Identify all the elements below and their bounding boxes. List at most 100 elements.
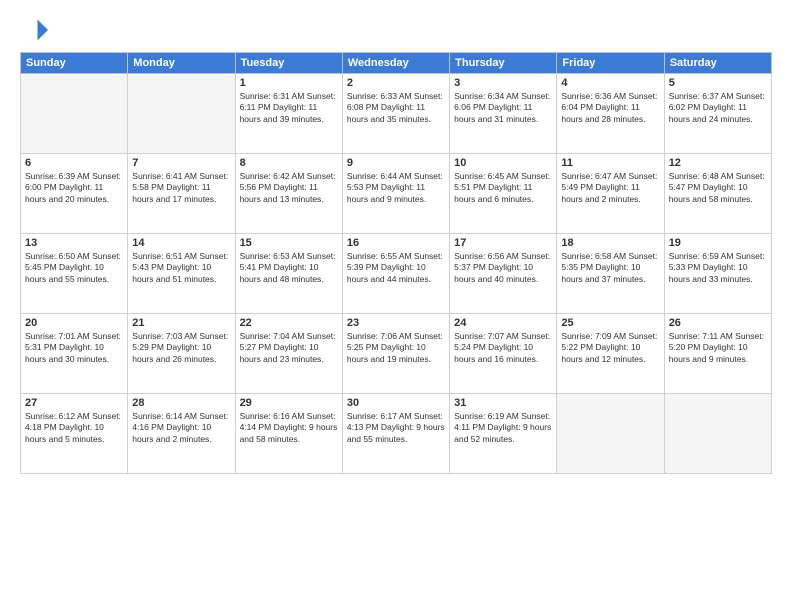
day-detail: Sunrise: 7:01 AM Sunset: 5:31 PM Dayligh… bbox=[25, 331, 123, 365]
day-number: 28 bbox=[132, 397, 230, 409]
day-detail: Sunrise: 6:42 AM Sunset: 5:56 PM Dayligh… bbox=[240, 171, 338, 205]
day-number: 24 bbox=[454, 317, 552, 329]
day-number: 17 bbox=[454, 237, 552, 249]
day-number: 10 bbox=[454, 157, 552, 169]
day-detail: Sunrise: 6:16 AM Sunset: 4:14 PM Dayligh… bbox=[240, 411, 338, 445]
day-detail: Sunrise: 6:55 AM Sunset: 5:39 PM Dayligh… bbox=[347, 251, 445, 285]
calendar-cell: 3 Sunrise: 6:34 AM Sunset: 6:06 PM Daylig… bbox=[450, 74, 557, 154]
day-number: 9 bbox=[347, 157, 445, 169]
calendar-cell bbox=[557, 394, 664, 474]
calendar-cell: 12Sunrise: 6:48 AM Sunset: 5:47 PM Dayli… bbox=[664, 154, 771, 234]
day-number: 3 bbox=[454, 77, 552, 89]
col-header-saturday: Saturday bbox=[664, 53, 771, 74]
day-detail: Sunrise: 6:51 AM Sunset: 5:43 PM Dayligh… bbox=[132, 251, 230, 285]
calendar-cell bbox=[21, 74, 128, 154]
col-header-wednesday: Wednesday bbox=[342, 53, 449, 74]
week-row-2: 6Sunrise: 6:39 AM Sunset: 6:00 PM Daylig… bbox=[21, 154, 772, 234]
day-number: 30 bbox=[347, 397, 445, 409]
calendar-table: SundayMondayTuesdayWednesdayThursdayFrid… bbox=[20, 52, 772, 474]
day-number: 26 bbox=[669, 317, 767, 329]
calendar-cell: 8 Sunrise: 6:42 AM Sunset: 5:56 PM Daylig… bbox=[235, 154, 342, 234]
day-number: 22 bbox=[240, 317, 338, 329]
day-detail: Sunrise: 6:45 AM Sunset: 5:51 PM Dayligh… bbox=[454, 171, 552, 205]
logo-icon bbox=[20, 16, 48, 44]
day-detail: Sunrise: 7:06 AM Sunset: 5:25 PM Dayligh… bbox=[347, 331, 445, 365]
calendar-cell: 26 Sunrise: 7:11 AM Sunset: 5:20 PM Dayli… bbox=[664, 314, 771, 394]
day-detail: Sunrise: 6:41 AM Sunset: 5:58 PM Dayligh… bbox=[132, 171, 230, 205]
col-header-friday: Friday bbox=[557, 53, 664, 74]
calendar-cell: 15Sunrise: 6:53 AM Sunset: 5:41 PM Dayli… bbox=[235, 234, 342, 314]
day-number: 19 bbox=[669, 237, 767, 249]
calendar-cell bbox=[664, 394, 771, 474]
week-row-1: 1 Sunrise: 6:31 AM Sunset: 6:11 PM Daylig… bbox=[21, 74, 772, 154]
day-detail: Sunrise: 7:03 AM Sunset: 5:29 PM Dayligh… bbox=[132, 331, 230, 365]
day-number: 8 bbox=[240, 157, 338, 169]
header bbox=[20, 16, 772, 44]
day-detail: Sunrise: 6:58 AM Sunset: 5:35 PM Dayligh… bbox=[561, 251, 659, 285]
day-detail: Sunrise: 6:48 AM Sunset: 5:47 PM Dayligh… bbox=[669, 171, 767, 205]
calendar-cell: 27 Sunrise: 6:12 AM Sunset: 4:18 PM Dayli… bbox=[21, 394, 128, 474]
day-number: 20 bbox=[25, 317, 123, 329]
col-header-tuesday: Tuesday bbox=[235, 53, 342, 74]
day-number: 29 bbox=[240, 397, 338, 409]
day-number: 2 bbox=[347, 77, 445, 89]
calendar-cell: 17 Sunrise: 6:56 AM Sunset: 5:37 PM Dayli… bbox=[450, 234, 557, 314]
day-detail: Sunrise: 6:14 AM Sunset: 4:16 PM Dayligh… bbox=[132, 411, 230, 445]
day-detail: Sunrise: 7:07 AM Sunset: 5:24 PM Dayligh… bbox=[454, 331, 552, 365]
day-detail: Sunrise: 6:34 AM Sunset: 6:06 PM Dayligh… bbox=[454, 91, 552, 125]
calendar-cell: 1 Sunrise: 6:31 AM Sunset: 6:11 PM Daylig… bbox=[235, 74, 342, 154]
day-detail: Sunrise: 6:36 AM Sunset: 6:04 PM Dayligh… bbox=[561, 91, 659, 125]
calendar-cell: 25 Sunrise: 7:09 AM Sunset: 5:22 PM Dayli… bbox=[557, 314, 664, 394]
calendar-header-row: SundayMondayTuesdayWednesdayThursdayFrid… bbox=[21, 53, 772, 74]
calendar-cell: 6Sunrise: 6:39 AM Sunset: 6:00 PM Daylig… bbox=[21, 154, 128, 234]
day-number: 31 bbox=[454, 397, 552, 409]
calendar-cell bbox=[128, 74, 235, 154]
calendar-cell: 9Sunrise: 6:44 AM Sunset: 5:53 PM Daylig… bbox=[342, 154, 449, 234]
day-number: 7 bbox=[132, 157, 230, 169]
col-header-monday: Monday bbox=[128, 53, 235, 74]
calendar-cell: 13 Sunrise: 6:50 AM Sunset: 5:45 PM Dayli… bbox=[21, 234, 128, 314]
day-number: 11 bbox=[561, 157, 659, 169]
page: SundayMondayTuesdayWednesdayThursdayFrid… bbox=[0, 0, 792, 612]
day-detail: Sunrise: 7:11 AM Sunset: 5:20 PM Dayligh… bbox=[669, 331, 767, 365]
day-number: 21 bbox=[132, 317, 230, 329]
calendar-cell: 16 Sunrise: 6:55 AM Sunset: 5:39 PM Dayli… bbox=[342, 234, 449, 314]
day-detail: Sunrise: 7:04 AM Sunset: 5:27 PM Dayligh… bbox=[240, 331, 338, 365]
logo bbox=[20, 16, 52, 44]
day-detail: Sunrise: 6:56 AM Sunset: 5:37 PM Dayligh… bbox=[454, 251, 552, 285]
calendar-cell: 21 Sunrise: 7:03 AM Sunset: 5:29 PM Dayli… bbox=[128, 314, 235, 394]
col-header-thursday: Thursday bbox=[450, 53, 557, 74]
day-detail: Sunrise: 6:19 AM Sunset: 4:11 PM Dayligh… bbox=[454, 411, 552, 445]
day-detail: Sunrise: 6:59 AM Sunset: 5:33 PM Dayligh… bbox=[669, 251, 767, 285]
week-row-4: 20 Sunrise: 7:01 AM Sunset: 5:31 PM Dayli… bbox=[21, 314, 772, 394]
day-number: 14 bbox=[132, 237, 230, 249]
calendar-cell: 7 Sunrise: 6:41 AM Sunset: 5:58 PM Daylig… bbox=[128, 154, 235, 234]
calendar-cell: 29 Sunrise: 6:16 AM Sunset: 4:14 PM Dayli… bbox=[235, 394, 342, 474]
day-detail: Sunrise: 6:12 AM Sunset: 4:18 PM Dayligh… bbox=[25, 411, 123, 445]
day-number: 1 bbox=[240, 77, 338, 89]
calendar-cell: 2 Sunrise: 6:33 AM Sunset: 6:08 PM Daylig… bbox=[342, 74, 449, 154]
day-detail: Sunrise: 6:31 AM Sunset: 6:11 PM Dayligh… bbox=[240, 91, 338, 125]
calendar-cell: 28 Sunrise: 6:14 AM Sunset: 4:16 PM Dayli… bbox=[128, 394, 235, 474]
calendar-cell: 31 Sunrise: 6:19 AM Sunset: 4:11 PM Dayli… bbox=[450, 394, 557, 474]
day-number: 25 bbox=[561, 317, 659, 329]
day-number: 13 bbox=[25, 237, 123, 249]
day-detail: Sunrise: 6:33 AM Sunset: 6:08 PM Dayligh… bbox=[347, 91, 445, 125]
calendar-cell: 23 Sunrise: 7:06 AM Sunset: 5:25 PM Dayli… bbox=[342, 314, 449, 394]
calendar-cell: 30Sunrise: 6:17 AM Sunset: 4:13 PM Dayli… bbox=[342, 394, 449, 474]
col-header-sunday: Sunday bbox=[21, 53, 128, 74]
day-number: 18 bbox=[561, 237, 659, 249]
calendar-cell: 4Sunrise: 6:36 AM Sunset: 6:04 PM Daylig… bbox=[557, 74, 664, 154]
day-number: 16 bbox=[347, 237, 445, 249]
calendar-cell: 24 Sunrise: 7:07 AM Sunset: 5:24 PM Dayli… bbox=[450, 314, 557, 394]
day-number: 23 bbox=[347, 317, 445, 329]
calendar-cell: 19 Sunrise: 6:59 AM Sunset: 5:33 PM Dayli… bbox=[664, 234, 771, 314]
day-number: 5 bbox=[669, 77, 767, 89]
calendar-cell: 18 Sunrise: 6:58 AM Sunset: 5:35 PM Dayli… bbox=[557, 234, 664, 314]
day-number: 6 bbox=[25, 157, 123, 169]
day-detail: Sunrise: 6:50 AM Sunset: 5:45 PM Dayligh… bbox=[25, 251, 123, 285]
day-detail: Sunrise: 6:37 AM Sunset: 6:02 PM Dayligh… bbox=[669, 91, 767, 125]
day-number: 27 bbox=[25, 397, 123, 409]
week-row-3: 13 Sunrise: 6:50 AM Sunset: 5:45 PM Dayli… bbox=[21, 234, 772, 314]
day-detail: Sunrise: 7:09 AM Sunset: 5:22 PM Dayligh… bbox=[561, 331, 659, 365]
